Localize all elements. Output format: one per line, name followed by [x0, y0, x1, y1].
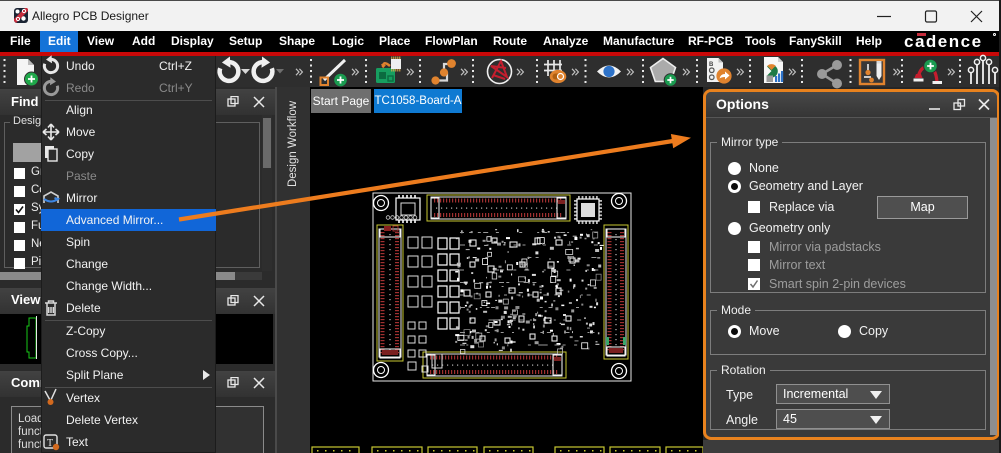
- svg-text:B: B: [709, 62, 714, 68]
- svg-text:T: T: [47, 438, 53, 449]
